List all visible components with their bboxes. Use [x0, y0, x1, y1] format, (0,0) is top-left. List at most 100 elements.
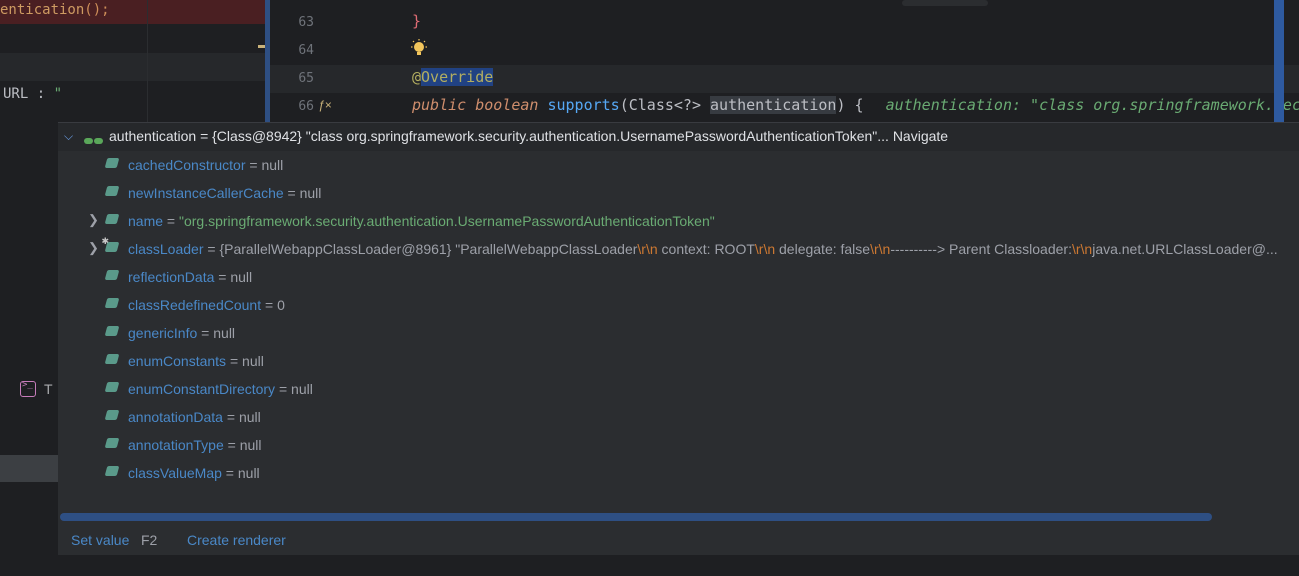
field-name: cachedConstructor [128, 157, 246, 173]
field-name: name [128, 213, 164, 229]
field-row[interactable]: ❯ name = "org.springframework.security.au… [58, 207, 1299, 235]
terminal-tool-button[interactable]: T [20, 380, 53, 398]
code-line: entication(); [0, 2, 110, 18]
field-value: null [261, 157, 284, 173]
field-tag-icon [104, 158, 120, 168]
field-row[interactable]: newInstanceCallerCache = null [58, 179, 1299, 207]
inlay-hint-strip [902, 0, 988, 6]
field-row[interactable]: annotationType = null [58, 431, 1299, 459]
field-text: newInstanceCallerCache = null [128, 185, 322, 201]
field-value: "org.springframework.security.authentica… [179, 213, 715, 229]
selected-tool-item[interactable] [0, 455, 60, 482]
field-text: classLoader = {ParallelWebappClassLoader… [128, 241, 1278, 257]
field-value: null [213, 325, 236, 341]
field-value: 0 [277, 297, 285, 313]
field-tag-icon [104, 242, 120, 252]
code-line: public boolean supports(Class<?> authent… [412, 96, 1299, 114]
code-token: URL : [3, 86, 54, 102]
current-line-band [0, 53, 270, 81]
field-value-part: \r\n [637, 241, 658, 257]
field-value-part: {ParallelWebappClassLoader@8961} "Parall… [219, 241, 638, 257]
popup-title-text: authentication = {Class@8942} "class org… [109, 128, 889, 144]
expand-chevron-icon[interactable]: ⌵ [64, 129, 73, 144]
field-text: annotationType = null [128, 437, 262, 453]
field-row[interactable]: enumConstants = null [58, 347, 1299, 375]
field-value: null [291, 381, 313, 397]
field-value: null [238, 409, 261, 425]
field-row[interactable]: reflectionData = null [58, 263, 1299, 291]
error-line-highlight: entication(); [0, 0, 270, 24]
popup-footer: Set value F2 Create renderer [58, 527, 1299, 555]
field-row[interactable]: classValueMap = null [58, 459, 1299, 487]
field-row[interactable]: classRedefinedCount = 0 [58, 291, 1299, 319]
field-value: null [299, 185, 322, 201]
field-value: null [237, 465, 260, 481]
code-editor[interactable]: 63 64 65 66 } @Override ƒ× public boolea… [270, 0, 1299, 126]
field-value-part: delegate: false [775, 241, 871, 257]
shortcut-hint: F2 [141, 532, 158, 548]
field-name: annotationType [128, 437, 224, 453]
field-text: name = "org.springframework.security.aut… [128, 213, 715, 229]
field-name: annotationData [128, 409, 223, 425]
field-value-part: context: ROOT [657, 241, 755, 257]
code-token: entication [0, 2, 85, 18]
field-tag-icon [104, 186, 120, 196]
navigate-link[interactable]: Navigate [893, 128, 948, 144]
code-token: } [412, 12, 422, 30]
field-row[interactable]: cachedConstructor = null [58, 151, 1299, 179]
indent-guide [147, 0, 148, 126]
field-text: classValueMap = null [128, 465, 260, 481]
watch-glasses-icon [84, 131, 104, 149]
terminal-label: T [44, 380, 53, 397]
code-token: @ [412, 68, 422, 86]
field-row[interactable]: genericInfo = null [58, 319, 1299, 347]
field-text: enumConstants = null [128, 353, 264, 369]
popup-header: ⌵ authentication = {Class@8942} "class o… [58, 123, 1299, 151]
field-value: null [230, 269, 253, 285]
field-name: classRedefinedCount [128, 297, 262, 313]
field-name: enumConstants [128, 353, 227, 369]
field-tag-icon [104, 382, 120, 392]
field-tag-icon [104, 410, 120, 420]
create-renderer-link[interactable]: Create renderer [187, 532, 286, 548]
editor-scrollbar[interactable] [1274, 0, 1284, 126]
field-row[interactable]: annotationData = null [58, 403, 1299, 431]
line-number: 64 [298, 43, 314, 58]
param-token: authentication [710, 96, 837, 114]
field-tag-icon [104, 214, 120, 224]
code-line: } [412, 12, 421, 30]
selected-token: Override [421, 68, 494, 86]
line-number: 63 [298, 15, 314, 30]
field-row[interactable]: ❯ classLoader = {ParallelWebappClassLoade… [58, 235, 1299, 263]
field-text: cachedConstructor = null [128, 157, 284, 173]
terminal-icon [20, 380, 36, 397]
field-name: newInstanceCallerCache [128, 185, 284, 201]
field-name: classLoader [128, 241, 204, 257]
line-number: 66 [298, 99, 314, 114]
inline-debug-hint: authentication: "class org.springframewo… [885, 96, 1299, 114]
code-line: @Override [412, 68, 494, 86]
horizontal-scrollbar[interactable] [60, 513, 1212, 521]
popup-title: authentication = {Class@8942} "class org… [109, 128, 948, 144]
field-text: annotationData = null [128, 409, 261, 425]
override-method-icon[interactable]: ƒ× [318, 98, 332, 112]
chevron-right-icon[interactable]: ❯ [88, 240, 99, 256]
set-value-link[interactable]: Set value [71, 532, 129, 548]
lightbulb-icon[interactable] [410, 39, 428, 59]
field-text: reflectionData = null [128, 269, 253, 285]
field-row[interactable]: enumConstantDirectory = null [58, 375, 1299, 403]
type-token: Class<?> [628, 96, 701, 114]
field-tag-icon [104, 326, 120, 336]
field-tag-icon [104, 466, 120, 476]
chevron-right-icon[interactable]: ❯ [88, 212, 99, 228]
code-token: ) { [836, 96, 864, 114]
code-token: (); [84, 2, 110, 18]
keyword-token: public [412, 96, 467, 114]
field-value-part: \r\n [754, 241, 776, 257]
method-name-token: supports [547, 96, 620, 114]
debug-value-popup: ⌵ authentication = {Class@8942} "class o… [58, 122, 1299, 555]
line-number: 65 [298, 71, 314, 86]
field-value: null [239, 437, 262, 453]
field-name: classValueMap [128, 465, 222, 481]
field-tag-icon [104, 438, 120, 448]
